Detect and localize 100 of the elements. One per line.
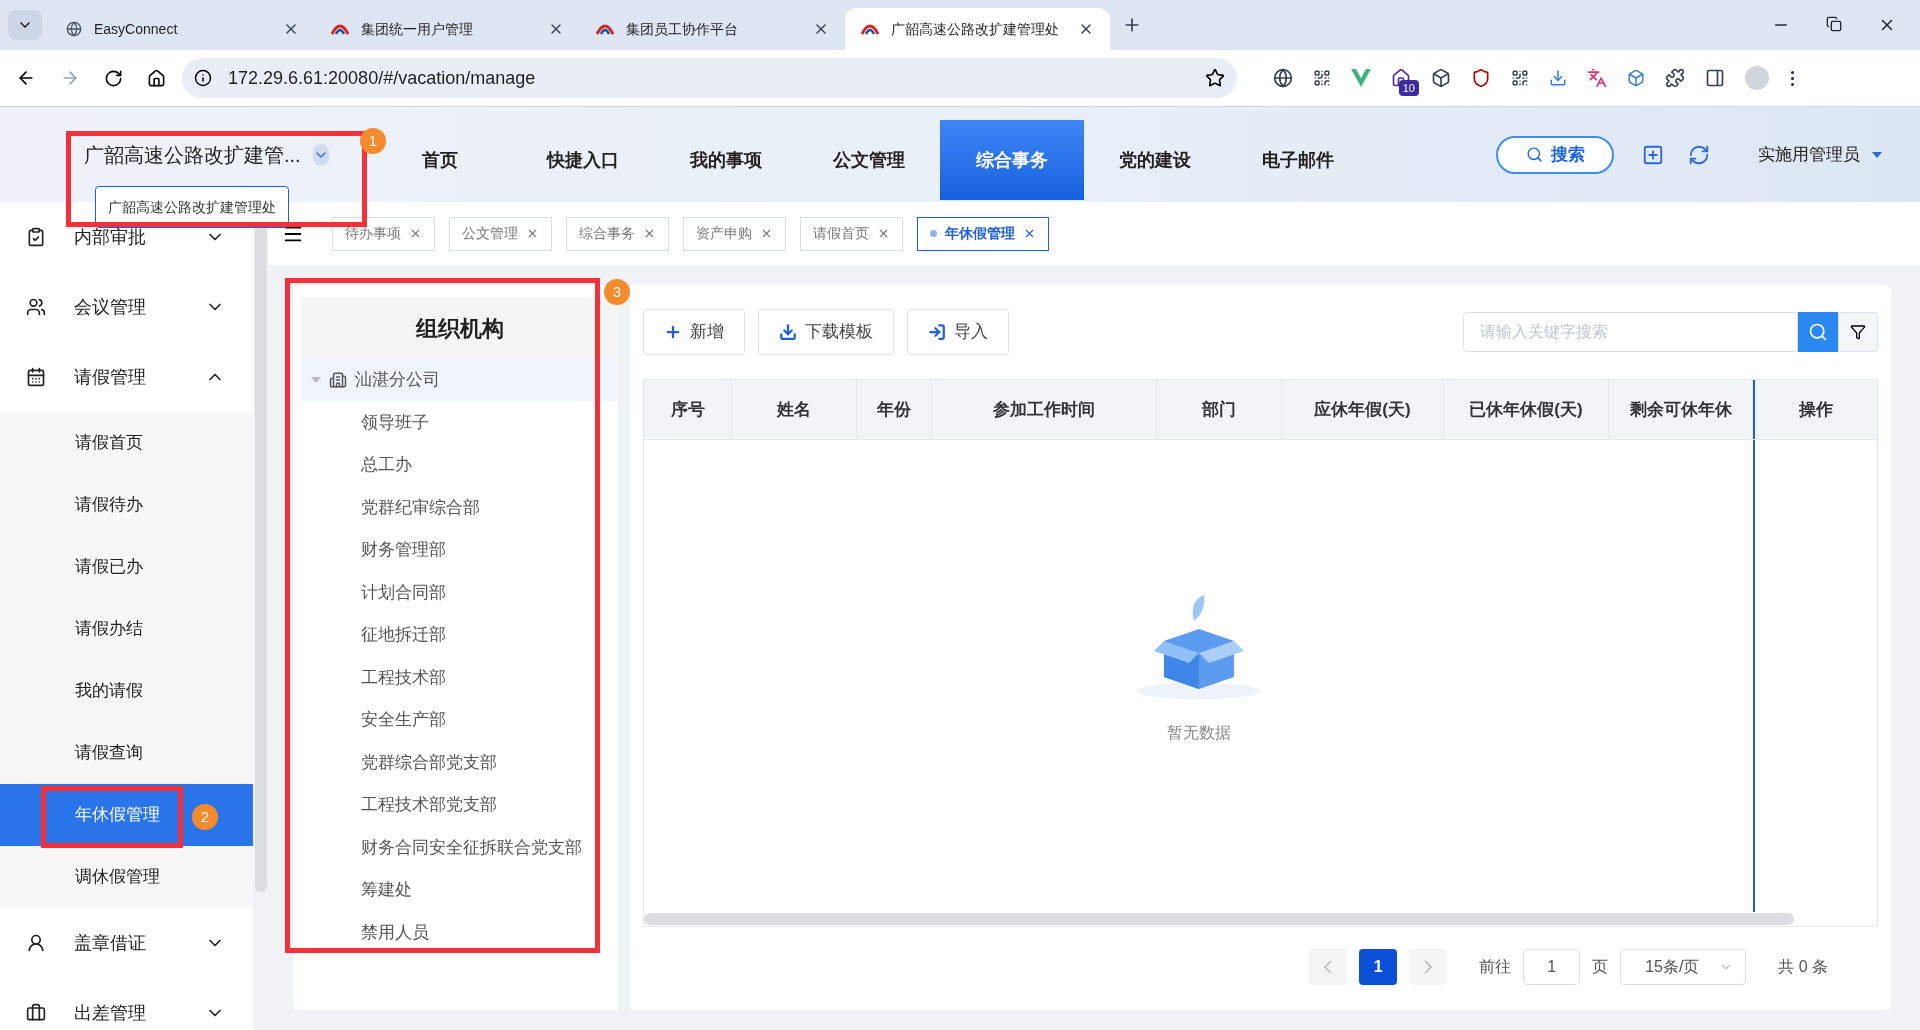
bookmark-star-icon[interactable]	[1205, 68, 1225, 88]
tree-node[interactable]: 征地拆迁部	[301, 613, 618, 656]
page-tag[interactable]: 资产申购	[683, 216, 786, 251]
column-header: 操作	[1753, 380, 1877, 439]
tab-title: 集团员工协作平台	[626, 19, 739, 39]
org-name[interactable]: 广韶高速公路改扩建管...	[84, 139, 301, 170]
sidebar-item[interactable]: 请假办结	[0, 598, 253, 660]
column-header: 应休年假(天)	[1282, 380, 1444, 439]
page-tag[interactable]: 综合事务	[566, 216, 669, 251]
refresh-icon[interactable]	[1688, 143, 1710, 166]
toolbar-button[interactable]: 新增	[643, 309, 745, 355]
page-unit: 页	[1592, 957, 1609, 977]
site-logo-icon	[861, 22, 879, 36]
building-icon	[329, 370, 347, 389]
extension-badge: 10	[1398, 79, 1419, 96]
tree-node[interactable]: 财务管理部	[301, 528, 618, 571]
chevron-left-icon	[1324, 960, 1333, 974]
tree-node[interactable]: 安全生产部	[301, 698, 618, 741]
v-logo-icon[interactable]	[1351, 69, 1371, 87]
cube-icon[interactable]	[1627, 69, 1645, 87]
site-info-icon[interactable]	[194, 69, 212, 87]
tree-node[interactable]: 党群综合部党支部	[301, 741, 618, 784]
home-icon[interactable]	[147, 68, 166, 88]
globe-icon	[66, 21, 82, 37]
page-number[interactable]: 1	[1359, 949, 1398, 985]
sidebar-group[interactable]: 盖章借证	[0, 908, 253, 978]
sidebar-group[interactable]: 会议管理	[0, 272, 253, 342]
column-header: 已休年休假(天)	[1444, 380, 1609, 439]
browser-tab[interactable]: 集团统一用户管理	[315, 8, 580, 50]
column-header: 姓名	[732, 380, 857, 439]
column-header: 剩余可休年休	[1609, 380, 1753, 439]
tree-node[interactable]: 工程技术部	[301, 656, 618, 699]
url-text: 172.29.6.61:20080/#/vacation/manage	[228, 66, 537, 90]
tab-title: 集团统一用户管理	[361, 19, 474, 39]
sidebar-item[interactable]: 调休假管理	[0, 846, 253, 908]
reload-icon[interactable]	[104, 68, 123, 88]
tree-node[interactable]: 工程技术部党支部	[301, 783, 618, 826]
tab-list-button[interactable]	[8, 10, 42, 40]
toolbar-button[interactable]: 导入	[907, 309, 1009, 355]
nav-tab[interactable]: 首页	[390, 120, 490, 200]
shield-icon[interactable]	[1471, 68, 1491, 88]
tree-node[interactable]: 计划合同部	[301, 571, 618, 614]
page-size-select[interactable]: 15条/页	[1620, 949, 1747, 985]
column-header: 年份	[857, 380, 932, 439]
plus-icon	[664, 323, 682, 341]
sidebar-item[interactable]: 我的请假	[0, 660, 253, 722]
tree-node[interactable]: 禁用人员	[301, 911, 618, 954]
sidebar-item[interactable]: 请假首页	[0, 412, 253, 474]
tree-node[interactable]: 总工办	[301, 443, 618, 486]
horizontal-scrollbar[interactable]	[644, 913, 1794, 925]
page-tag[interactable]: 待办事项	[332, 216, 435, 251]
nav-tab[interactable]: 我的事项	[676, 120, 776, 200]
download-icon	[779, 323, 797, 341]
browser-tab[interactable]: EasyConnect	[50, 8, 315, 50]
sidebar-item[interactable]: 请假查询	[0, 722, 253, 784]
add-window-icon[interactable]	[1642, 143, 1664, 166]
qr-code-icon[interactable]	[1511, 69, 1529, 87]
nav-tab[interactable]: 公文管理	[819, 120, 919, 200]
sidebar-item[interactable]: 请假已办	[0, 536, 253, 598]
toolbar-button[interactable]: 下载模板	[758, 309, 894, 355]
page-input[interactable]: 1	[1523, 949, 1581, 985]
more-menu-icon[interactable]	[1789, 70, 1795, 86]
caret-icon[interactable]	[1872, 151, 1882, 158]
tab-title: EasyConnect	[94, 19, 179, 39]
browser-tab[interactable]: 集团员工协作平台	[580, 8, 845, 50]
side-panel-icon[interactable]	[1705, 68, 1725, 88]
search-field[interactable]: 请输入关键字搜索	[1463, 312, 1798, 352]
total-count: 共 0 条	[1778, 957, 1828, 977]
empty-message: 暂无数据	[1166, 723, 1231, 743]
tree-node[interactable]: 党群纪审综合部	[301, 486, 618, 529]
nav-tab[interactable]: 电子邮件	[1248, 120, 1348, 200]
tree-node[interactable]: 筹建处	[301, 868, 618, 911]
tree-node[interactable]: 财务合同安全征拆联合党支部	[301, 826, 618, 869]
goto-label: 前往	[1479, 957, 1512, 977]
page-tag[interactable]: 请假首页	[800, 216, 903, 251]
sidebar-group[interactable]: 请假管理	[0, 342, 253, 412]
page-tag[interactable]: 年休假管理	[917, 216, 1049, 251]
sidebar-group[interactable]: 出差管理	[0, 978, 253, 1030]
column-header: 参加工作时间	[932, 380, 1157, 439]
filter-button[interactable]	[1838, 312, 1878, 352]
nav-tab[interactable]: 综合事务	[940, 120, 1084, 200]
tree-node[interactable]: 领导班子	[301, 401, 618, 444]
callout-number: 3	[604, 279, 630, 305]
search-button[interactable]: 搜索	[1496, 135, 1614, 174]
nav-tab[interactable]: 党的建设	[1105, 120, 1205, 200]
extensions-icon[interactable]	[1665, 68, 1685, 88]
filter-icon	[1850, 324, 1866, 340]
restore-icon[interactable]	[1826, 16, 1842, 32]
page-tag[interactable]: 公文管理	[449, 216, 552, 251]
address-bar[interactable]: 172.29.6.61:20080/#/vacation/manage	[182, 58, 1237, 98]
translate-icon[interactable]	[1587, 68, 1607, 88]
search-button[interactable]	[1798, 312, 1838, 352]
close-icon[interactable]	[1023, 227, 1036, 240]
column-header: 序号	[644, 380, 732, 439]
sidebar-item[interactable]: 请假待办	[0, 474, 253, 536]
tree-node[interactable]: 汕湛分公司	[301, 358, 618, 401]
site-logo-icon	[596, 22, 614, 36]
nav-tab[interactable]: 快捷入口	[533, 120, 633, 200]
browser-tab[interactable]: 广韶高速公路改扩建管理处	[845, 8, 1110, 50]
user-name[interactable]: 实施用管理员	[1758, 141, 1860, 168]
